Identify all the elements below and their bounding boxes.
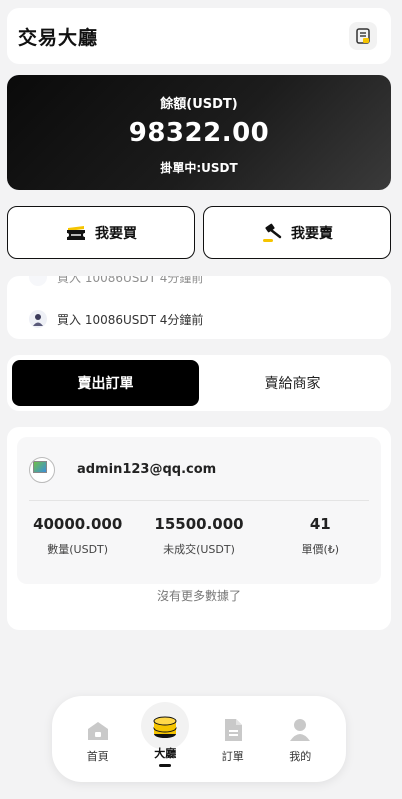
sell-button[interactable]: 我要賣 [203,206,391,259]
nav-orders[interactable]: 訂單 [208,715,258,764]
ticket-icon [67,225,85,240]
no-more-data: 沒有更多數據了 [156,589,241,603]
notebook-button[interactable] [349,22,377,50]
balance-amount: 98322.00 [128,118,270,148]
trade-ticker: 買入 10086USDT 4分鐘前 買入 10086USDT 4分鐘前 [7,276,391,339]
coins-icon [153,716,177,738]
balance-label: 餘額(USDT) [160,97,238,112]
order-header: admin123@qq.com [29,451,369,501]
order-stats: 40000.000 數量(USDT) 15500.000 未成交(USDT) 4… [17,515,381,557]
tab-sell-orders[interactable]: 賣出訂單 [12,360,199,406]
auction-hammer-icon [263,223,282,242]
user-silhouette-icon [33,314,43,326]
page-title: 交易大廳 [18,26,99,49]
nav-profile[interactable]: 我的 [275,715,325,764]
balance-card: 餘額(USDT) 98322.00 掛單中:USDT [7,75,391,190]
nav-hall[interactable]: 大廳 [140,701,190,767]
document-icon [224,718,242,741]
tab-sell-to-merchant[interactable]: 賣給商家 [199,360,386,406]
sell-label: 我要賣 [291,225,333,242]
order-tabs: 賣出訂單 賣給商家 [7,355,391,411]
pending-label: 掛單中:USDT [160,161,238,175]
header: 交易大廳 [7,8,391,64]
ticker-item: 買入 10086USDT 4分鐘前 [29,310,203,328]
merchant-email: admin123@qq.com [77,462,217,477]
buy-label: 我要買 [95,225,137,242]
avatar [29,310,47,328]
user-icon [290,718,311,741]
stat-unfilled: 15500.000 未成交(USDT) [154,515,244,556]
nav-home[interactable]: 首頁 [73,715,123,764]
order-item[interactable]: admin123@qq.com 40000.000 數量(USDT) 15500… [17,437,381,584]
notebook-icon [356,28,370,44]
ticker-item: 買入 10086USDT 4分鐘前 [29,276,203,286]
avatar [29,276,47,286]
active-indicator [159,763,172,767]
bottom-nav: 首頁 大廳 訂單 我的 [52,696,346,782]
avatar [29,456,55,483]
order-list: admin123@qq.com 40000.000 數量(USDT) 15500… [7,427,391,630]
buy-button[interactable]: 我要買 [7,206,195,259]
home-icon [87,721,108,740]
stat-quantity: 40000.000 數量(USDT) [33,515,123,556]
stat-unit-price: 41 單價(₺) [301,515,340,556]
